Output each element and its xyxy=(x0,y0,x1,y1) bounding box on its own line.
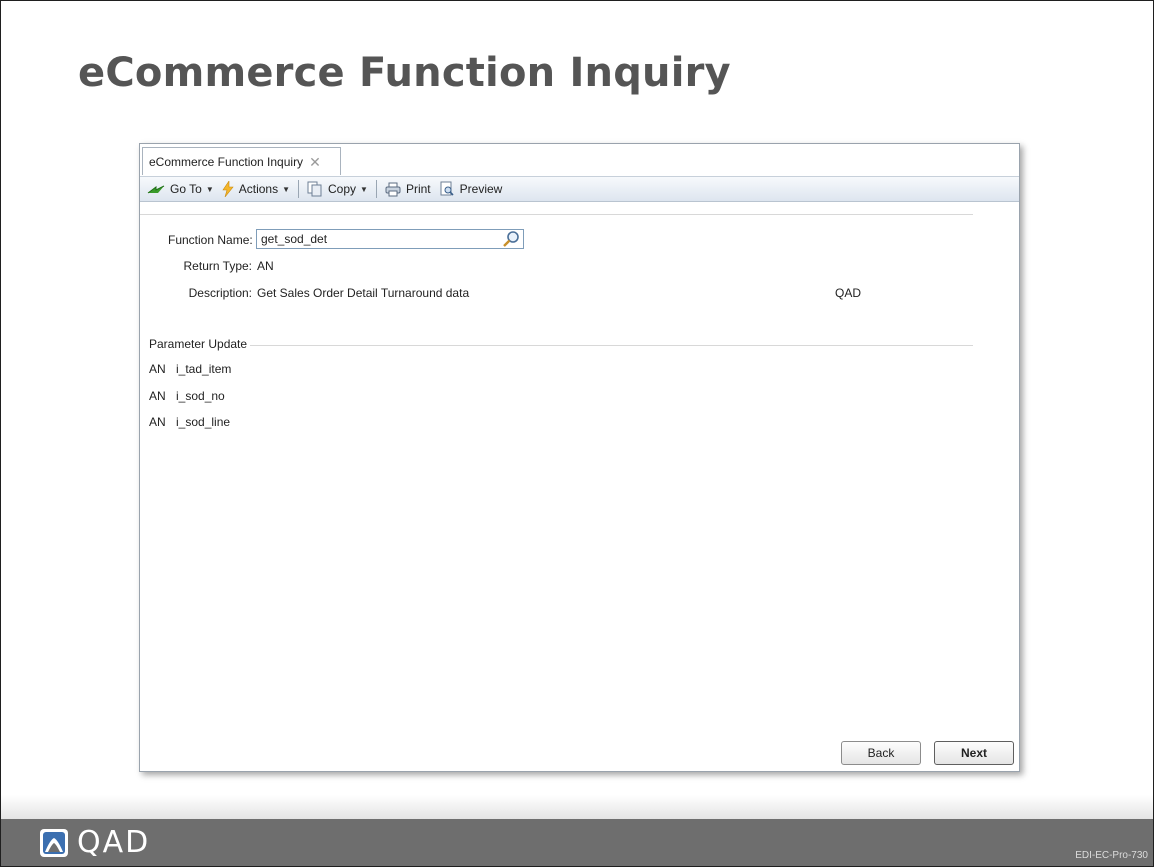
tab-strip: eCommerce Function Inquiry ✕ xyxy=(140,144,1019,176)
toolbar-separator xyxy=(298,180,300,198)
param-type: AN xyxy=(149,362,166,376)
copy-button[interactable]: Copy ▼ xyxy=(304,179,371,199)
owner-value: QAD xyxy=(835,286,862,300)
goto-button[interactable]: Go To ▼ xyxy=(144,179,217,199)
param-name: i_tad_item xyxy=(176,362,232,376)
return-type-label: Return Type: xyxy=(183,259,252,273)
description-value: Get Sales Order Detail Turnaround data xyxy=(257,286,470,300)
list-item: AN i_sod_line xyxy=(149,415,230,431)
lightning-icon xyxy=(222,181,234,197)
list-item: AN i_tad_item xyxy=(149,362,231,378)
close-icon[interactable]: ✕ xyxy=(309,155,321,169)
footer-fade xyxy=(1,795,1153,819)
back-button[interactable]: Back xyxy=(841,741,921,765)
app-window: eCommerce Function Inquiry ✕ Go To ▼ Act… xyxy=(139,143,1020,772)
copy-icon xyxy=(307,181,322,197)
slide-code: EDI-EC-Pro-730 xyxy=(1075,850,1148,861)
chevron-down-icon: ▼ xyxy=(360,184,368,194)
toolbar: Go To ▼ Actions ▼ Copy ▼ Print Preview xyxy=(140,176,1019,202)
actions-label: Actions xyxy=(238,182,279,196)
function-name-label: Function Name: xyxy=(168,233,253,247)
param-type: AN xyxy=(149,389,166,403)
tab-label: eCommerce Function Inquiry xyxy=(149,154,304,169)
next-button[interactable]: Next xyxy=(934,741,1014,765)
param-name: i_sod_line xyxy=(176,415,231,429)
print-label: Print xyxy=(405,182,431,196)
logo-text: QAD xyxy=(77,825,151,860)
list-item: AN i_sod_no xyxy=(149,389,225,405)
actions-button[interactable]: Actions ▼ xyxy=(219,179,293,199)
content-divider xyxy=(140,214,973,215)
function-name-field[interactable]: get_sod_det xyxy=(256,229,524,249)
preview-icon xyxy=(440,181,454,196)
preview-button[interactable]: Preview xyxy=(436,179,506,199)
toolbar-separator xyxy=(375,180,377,198)
qad-logo: QAD xyxy=(39,828,150,858)
return-type-value: AN xyxy=(257,259,274,273)
tab-ecommerce-function-inquiry[interactable]: eCommerce Function Inquiry ✕ xyxy=(142,147,341,175)
print-button[interactable]: Print xyxy=(382,179,434,199)
parameter-update-title: Parameter Update xyxy=(149,337,248,351)
magnifier-icon[interactable] xyxy=(501,230,521,248)
chevron-down-icon: ▼ xyxy=(205,184,214,194)
qad-logo-icon xyxy=(40,829,68,857)
goto-arrow-icon xyxy=(147,185,165,194)
slide-title: eCommerce Function Inquiry xyxy=(78,50,731,96)
param-name: i_sod_no xyxy=(176,389,225,403)
chevron-down-icon: ▼ xyxy=(282,184,291,194)
param-type: AN xyxy=(149,415,166,429)
printer-icon xyxy=(385,182,401,196)
preview-label: Preview xyxy=(459,182,503,196)
goto-label: Go To xyxy=(170,182,202,196)
section-divider xyxy=(250,345,973,346)
description-label: Description: xyxy=(188,286,252,300)
footer-bar xyxy=(1,819,1153,866)
copy-label: Copy xyxy=(328,182,357,196)
